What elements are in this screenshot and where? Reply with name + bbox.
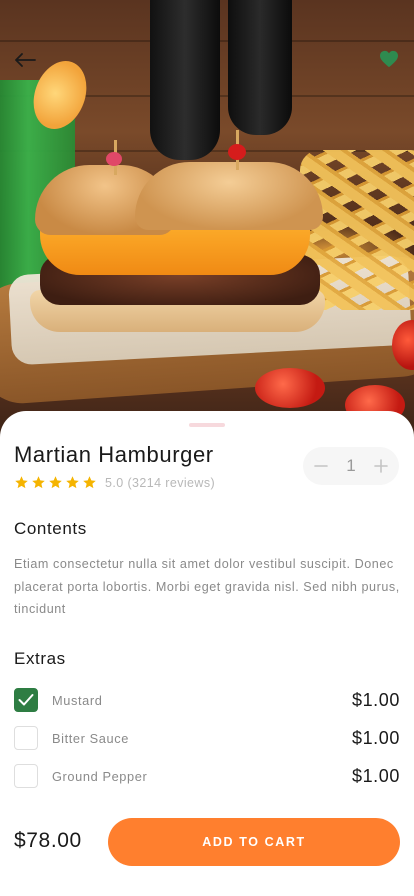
extra-price: $1.00 bbox=[351, 727, 400, 748]
increment-button[interactable] bbox=[371, 456, 391, 476]
contents-description: Etiam consectetur nulla sit amet dolor v… bbox=[14, 557, 400, 616]
back-button[interactable] bbox=[10, 45, 40, 75]
ground-pepper-checkbox[interactable] bbox=[14, 764, 38, 788]
quantity-value: 1 bbox=[346, 456, 356, 475]
extra-item-ground-pepper[interactable]: Ground Pepper $1.00 bbox=[14, 763, 400, 789]
extra-item-bitter-sauce[interactable]: Bitter Sauce $1.00 bbox=[14, 725, 400, 751]
bitter-sauce-checkbox[interactable] bbox=[14, 726, 38, 750]
rating-stars bbox=[14, 475, 97, 490]
extra-label: Bitter Sauce bbox=[52, 730, 129, 746]
minus-icon bbox=[314, 465, 328, 467]
decrement-button[interactable] bbox=[311, 456, 331, 476]
arrow-left-icon bbox=[15, 53, 36, 67]
extra-price: $1.00 bbox=[351, 689, 400, 710]
star-icon bbox=[66, 476, 79, 489]
star-icon bbox=[32, 476, 45, 489]
plus-icon bbox=[374, 459, 388, 473]
rating: 5.0 (3214 reviews) bbox=[14, 475, 215, 490]
product-image bbox=[0, 0, 414, 440]
top-bun-right bbox=[135, 162, 323, 230]
total-price: $78.00 bbox=[14, 829, 82, 852]
extra-price: $1.00 bbox=[351, 765, 400, 786]
sheet-handle[interactable] bbox=[189, 423, 225, 427]
salt-mill bbox=[228, 0, 292, 135]
star-icon bbox=[49, 476, 62, 489]
quantity-stepper: 1 bbox=[303, 447, 399, 485]
extra-item-mustard[interactable]: Mustard $1.00 bbox=[14, 687, 400, 713]
product-detail-sheet: Martian Hamburger 5.0 (3214 reviews) 1 C… bbox=[0, 411, 414, 896]
pepper-mill bbox=[150, 0, 220, 160]
tomato-slice bbox=[255, 368, 325, 408]
add-to-cart-button[interactable]: ADD TO CART bbox=[108, 818, 400, 866]
extras-heading: Extras bbox=[14, 649, 66, 668]
product-title: Martian Hamburger bbox=[14, 442, 214, 467]
onion-pick-top bbox=[106, 152, 122, 166]
favorite-button[interactable] bbox=[374, 44, 404, 74]
checkmark-icon bbox=[18, 694, 34, 706]
star-icon bbox=[83, 476, 96, 489]
rating-text: 5.0 (3214 reviews) bbox=[105, 475, 216, 490]
mustard-checkbox[interactable] bbox=[14, 688, 38, 712]
star-icon bbox=[15, 476, 28, 489]
heart-icon bbox=[380, 50, 398, 68]
contents-heading: Contents bbox=[14, 519, 87, 538]
tomato-pick-top bbox=[228, 144, 246, 160]
extra-label: Ground Pepper bbox=[52, 768, 148, 784]
extra-label: Mustard bbox=[52, 692, 103, 708]
